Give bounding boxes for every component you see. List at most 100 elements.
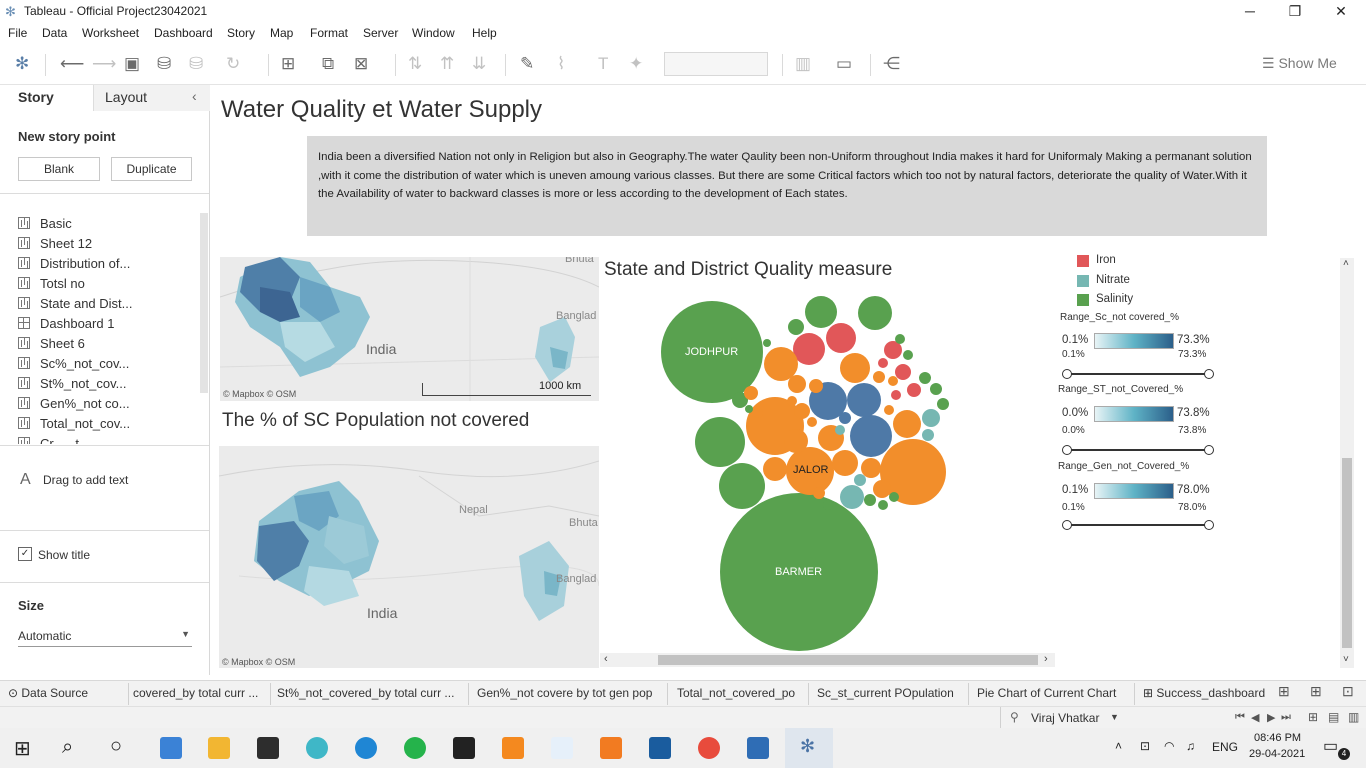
new-story-icon[interactable]: ⊡ (1342, 683, 1354, 700)
bubble-horizontal-scrollbar[interactable]: ‹ › (600, 653, 1055, 667)
scroll-right-icon[interactable]: › (1044, 653, 1048, 665)
tableau-taskbar-icon[interactable]: ✻ (785, 728, 833, 768)
bubble[interactable] (719, 463, 765, 509)
bubble[interactable] (807, 417, 817, 427)
scroll-up-icon[interactable]: ˄ (1343, 258, 1349, 269)
bubble[interactable] (858, 296, 892, 330)
clock-date[interactable]: 29-04-2021 (1249, 748, 1305, 760)
menu-format[interactable]: Format (310, 26, 348, 40)
blank-button[interactable]: Blank (18, 157, 100, 181)
network-icon[interactable]: ⊡ (1140, 739, 1150, 753)
word-icon[interactable] (551, 737, 573, 759)
duplicate-button[interactable]: Duplicate (111, 157, 192, 181)
user-name[interactable]: Viraj Vhatkar (1031, 711, 1099, 725)
sheet-tab[interactable]: St%_not_covered_by total curr ... (277, 686, 454, 700)
bubble[interactable] (873, 480, 891, 498)
bubble[interactable] (847, 383, 881, 417)
show-cards-icon[interactable]: ▥ (795, 54, 811, 74)
bubble[interactable] (839, 412, 851, 424)
sheet-item[interactable]: Totsl no (18, 276, 198, 294)
file-explorer-icon[interactable] (208, 737, 230, 759)
bubble[interactable] (794, 403, 810, 419)
chevron-down-icon[interactable]: ▼ (1110, 712, 1119, 722)
refresh-icon[interactable]: ↻ (226, 54, 240, 74)
bubble[interactable] (930, 383, 942, 395)
menu-worksheet[interactable]: Worksheet (82, 26, 139, 40)
bubble[interactable] (861, 458, 881, 478)
bubble[interactable] (878, 358, 888, 368)
labels-icon[interactable]: T (598, 54, 608, 74)
bubble[interactable] (763, 339, 771, 347)
xampp-icon[interactable] (600, 737, 622, 759)
menu-story[interactable]: Story (227, 26, 255, 40)
sheet-item[interactable]: Dashboard 1 (18, 316, 198, 334)
notification-icon[interactable]: ▭ (1323, 736, 1338, 756)
scroll-down-icon[interactable]: ˅ (1343, 654, 1349, 665)
scroll-thumb[interactable] (658, 655, 1038, 665)
fit-selector[interactable] (664, 52, 768, 76)
sheet-item[interactable]: Sheet 12 (18, 236, 198, 254)
terminal-icon[interactable] (453, 737, 475, 759)
size-dropdown[interactable]: Automatic ▼ (18, 628, 192, 647)
bubble[interactable] (784, 429, 808, 453)
menu-server[interactable]: Server (363, 26, 398, 40)
sheet-item[interactable]: Gen%_not co... (18, 396, 198, 414)
sheet-item[interactable]: Sc%_not_cov... (18, 356, 198, 374)
highlight-icon[interactable]: ✎ (520, 54, 534, 74)
save-icon[interactable]: ▣ (124, 54, 140, 74)
show-title-checkbox[interactable]: ✓ (18, 547, 32, 561)
bubble[interactable] (763, 457, 787, 481)
menu-dashboard[interactable]: Dashboard (154, 26, 213, 40)
bubble[interactable] (840, 353, 870, 383)
sheet-sorter-icon[interactable]: ⊞ (1308, 710, 1318, 724)
map-bottom[interactable]: India Nepal Bhuta Banglad © Mapbox © OSM (219, 446, 599, 668)
scroll-thumb[interactable] (1342, 458, 1352, 648)
bubble[interactable] (922, 429, 934, 441)
duplicate-icon[interactable]: ⧉ (322, 54, 334, 74)
clock-time[interactable]: 08:46 PM (1254, 732, 1301, 744)
new-worksheet-icon[interactable]: ⊞ (281, 54, 295, 74)
app-icon[interactable] (404, 737, 426, 759)
sort-asc-icon[interactable]: ⇈ (440, 54, 454, 74)
sheet-item[interactable]: Cr___t ____ _ (18, 436, 198, 444)
bubble[interactable] (888, 376, 898, 386)
tab-story[interactable]: Story (18, 89, 54, 105)
bubble[interactable] (937, 398, 949, 410)
menu-data[interactable]: Data (42, 26, 67, 40)
bubble[interactable] (788, 319, 804, 335)
app-icon[interactable] (747, 737, 769, 759)
bubble[interactable] (893, 410, 921, 438)
menu-window[interactable]: Window (412, 26, 455, 40)
app-icon[interactable] (306, 737, 328, 759)
sheet-tab[interactable]: Total_not_covered_po (677, 686, 795, 700)
bubble[interactable] (745, 405, 753, 413)
bubble[interactable] (835, 425, 845, 435)
bubble[interactable] (840, 485, 864, 509)
vertical-scrollbar[interactable]: ˄ ˅ (1340, 258, 1354, 668)
sheet-item[interactable]: Sheet 6 (18, 336, 198, 354)
first-sheet-icon[interactable]: ⏮ (1235, 711, 1245, 724)
filmstrip-icon[interactable]: ▤ (1328, 710, 1339, 724)
chevron-up-icon[interactable]: ˄ (1115, 739, 1122, 753)
sheet-item[interactable]: Distribution of... (18, 256, 198, 274)
menu-file[interactable]: File (8, 26, 27, 40)
bubble[interactable] (895, 364, 911, 380)
new-sheet-icon[interactable]: ⊞ (1278, 683, 1290, 700)
bubble[interactable] (744, 386, 758, 400)
sheet-item[interactable]: Total_not_cov... (18, 416, 198, 434)
mysql-icon[interactable] (649, 737, 671, 759)
bubble[interactable] (695, 417, 745, 467)
show-me-button[interactable]: ☰ Show Me (1262, 55, 1337, 72)
bubble[interactable] (826, 323, 856, 353)
dashboard-tab[interactable]: ⊞ Success_dashboard (1143, 686, 1265, 700)
restore-button[interactable]: ❐ (1275, 2, 1315, 20)
close-button[interactable]: ✕ (1321, 2, 1361, 20)
edge-icon[interactable] (355, 737, 377, 759)
bubble[interactable] (793, 333, 825, 365)
chrome-icon[interactable] (698, 737, 720, 759)
bubble[interactable] (823, 500, 833, 510)
bubble[interactable] (919, 372, 931, 384)
bubble[interactable] (809, 379, 823, 393)
bubble[interactable] (873, 371, 885, 383)
menu-help[interactable]: Help (472, 26, 497, 40)
